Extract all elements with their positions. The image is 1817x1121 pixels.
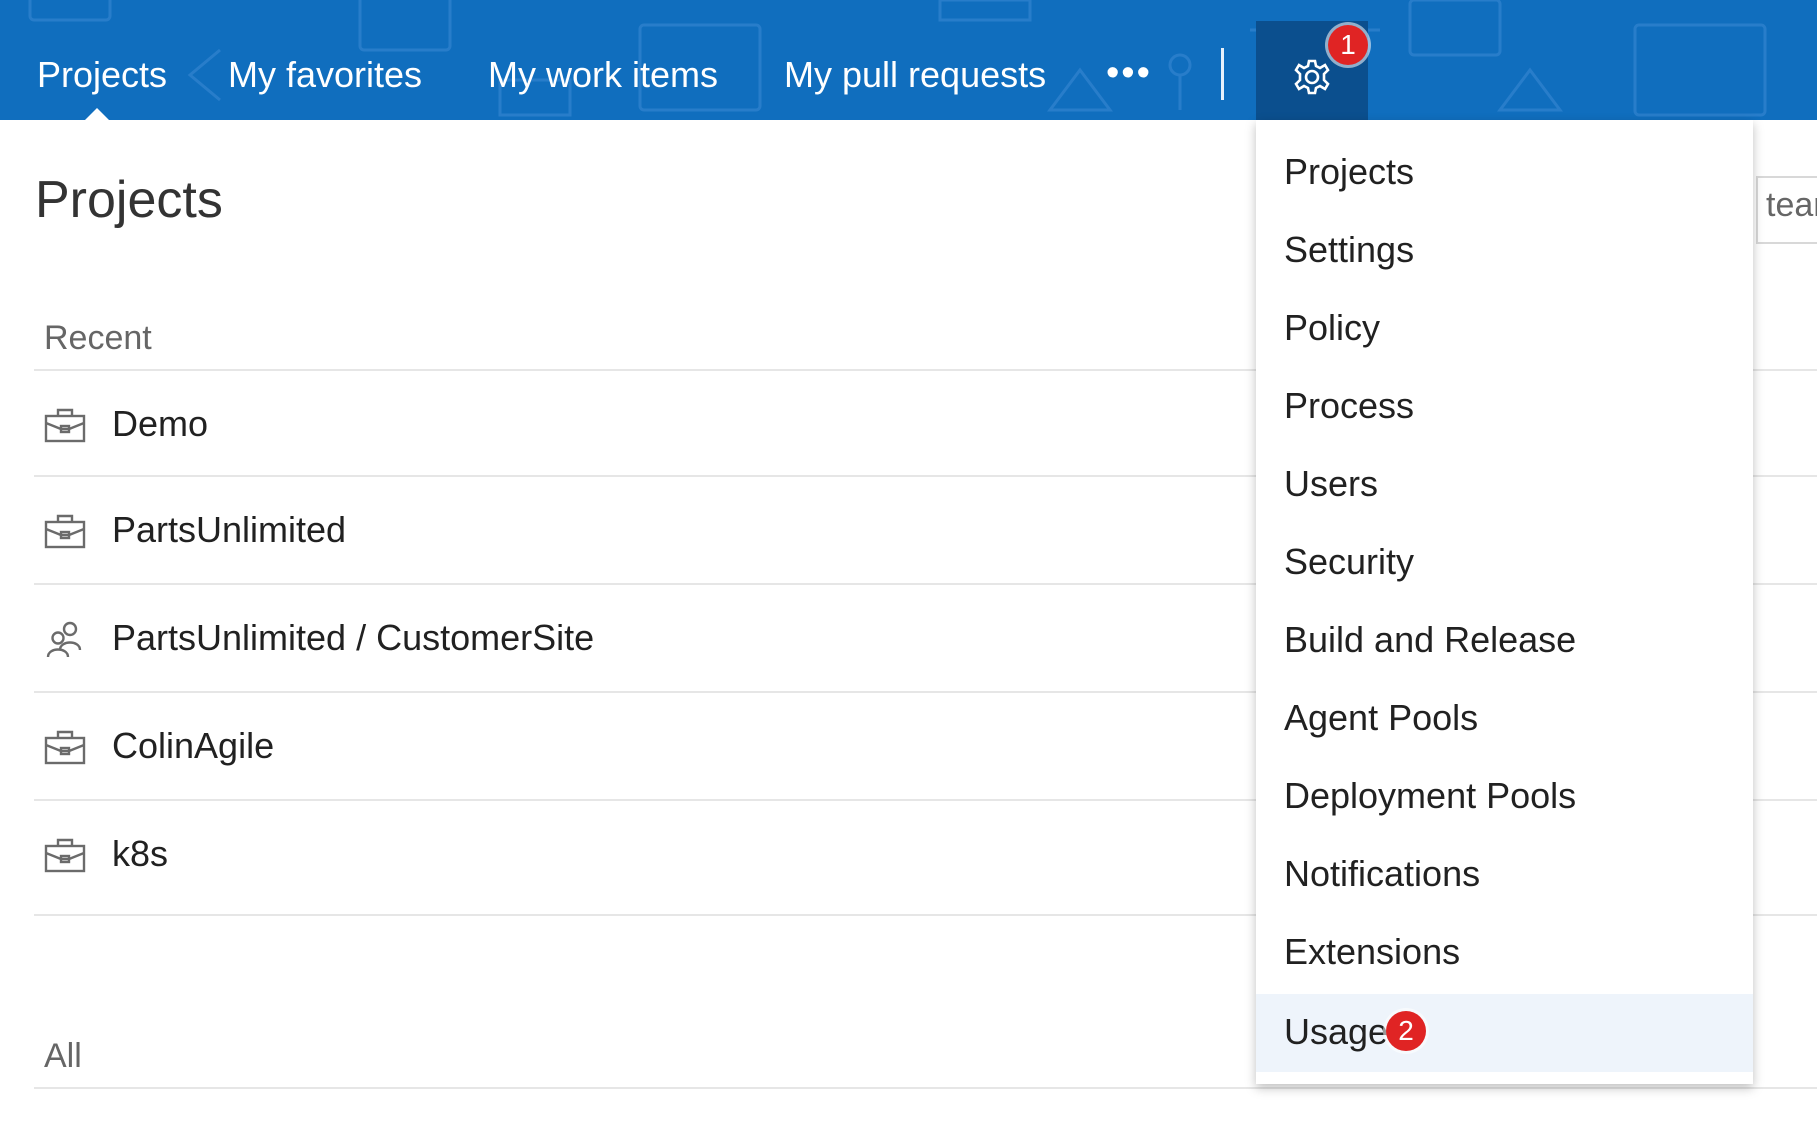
top-navigation-bar: Projects My favorites My work items My p…	[0, 0, 1817, 120]
menu-item-notifications[interactable]: Notifications	[1256, 836, 1753, 914]
project-name: PartsUnlimited	[112, 509, 347, 550]
nav-divider	[1221, 48, 1224, 100]
menu-item-projects[interactable]: Projects	[1256, 134, 1753, 212]
page-title: Projects	[35, 171, 223, 229]
project-icon	[44, 408, 86, 443]
gear-icon	[1294, 59, 1330, 95]
menu-item-users[interactable]: Users	[1256, 446, 1753, 524]
nav-tab-projects[interactable]: Projects	[37, 52, 167, 98]
menu-item-label: Settings	[1284, 229, 1415, 270]
menu-item-label: Users	[1284, 463, 1379, 504]
project-name: Demo	[112, 403, 209, 444]
menu-item-label: Notifications	[1284, 853, 1481, 894]
menu-item-label: Extensions	[1284, 931, 1461, 972]
list-item[interactable]: PartsUnlimited / CustomerSite	[34, 586, 1256, 690]
search-input-text: tear	[1766, 186, 1817, 224]
nav-tab-my-favorites[interactable]: My favorites	[228, 52, 422, 98]
menu-item-process[interactable]: Process	[1256, 368, 1753, 446]
nav-tab-my-pull-requests[interactable]: My pull requests	[784, 52, 1046, 98]
callout-badge-1: 1	[1328, 25, 1368, 65]
section-label-all: All	[44, 1037, 82, 1075]
menu-item-label: Build and Release	[1284, 619, 1577, 660]
menu-item-label: Usage	[1284, 1011, 1389, 1052]
settings-dropdown-menu: Projects Settings Policy Process Users S…	[1256, 120, 1753, 1084]
menu-item-deployment-pools[interactable]: Deployment Pools	[1256, 758, 1753, 836]
menu-item-label: Security	[1284, 541, 1415, 582]
divider	[34, 1087, 1817, 1089]
menu-item-settings[interactable]: Settings	[1256, 212, 1753, 290]
list-item[interactable]: ColinAgile	[34, 694, 1256, 798]
menu-item-usage[interactable]: Usage	[1256, 994, 1753, 1072]
project-icon	[44, 514, 86, 549]
project-name: PartsUnlimited / CustomerSite	[112, 617, 595, 658]
menu-item-policy[interactable]: Policy	[1256, 290, 1753, 368]
menu-item-build-and-release[interactable]: Build and Release	[1256, 602, 1753, 680]
list-item[interactable]: k8s	[34, 802, 1256, 906]
project-icon	[44, 838, 86, 873]
menu-item-label: Process	[1284, 385, 1415, 426]
menu-item-extensions[interactable]: Extensions	[1256, 914, 1753, 992]
menu-item-label: Agent Pools	[1284, 697, 1479, 738]
menu-item-security[interactable]: Security	[1256, 524, 1753, 602]
menu-item-label: Projects	[1284, 151, 1415, 192]
menu-item-label: Deployment Pools	[1284, 775, 1577, 816]
project-name: ColinAgile	[112, 725, 275, 766]
search-input[interactable]: tear	[1756, 176, 1817, 244]
team-icon	[46, 621, 82, 658]
list-item[interactable]: Demo	[34, 372, 1256, 476]
callout-badge-2: 2	[1386, 1011, 1426, 1051]
list-item[interactable]: PartsUnlimited	[34, 478, 1256, 582]
menu-item-agent-pools[interactable]: Agent Pools	[1256, 680, 1753, 758]
project-icon	[44, 730, 86, 765]
section-label-recent: Recent	[44, 319, 152, 357]
menu-item-label: Policy	[1284, 307, 1381, 348]
active-tab-indicator	[84, 108, 110, 120]
nav-tab-my-work-items[interactable]: My work items	[488, 52, 718, 98]
project-name: k8s	[112, 833, 169, 874]
more-options-icon[interactable]: •••	[1106, 54, 1152, 92]
